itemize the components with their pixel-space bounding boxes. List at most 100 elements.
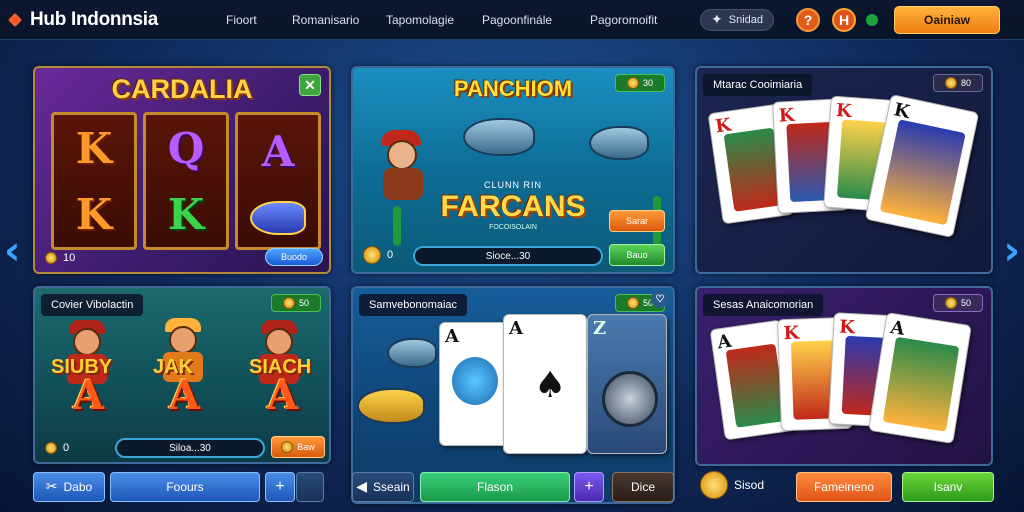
reel-3: A — [235, 112, 321, 250]
game-card-poker[interactable]: Mtarac Cooimiaria 80 K K K K — [695, 66, 993, 274]
tools-icon: ✂ — [45, 479, 58, 495]
start-button[interactable]: Sarar — [609, 210, 665, 232]
playing-card: Z — [587, 314, 667, 454]
plus-icon: + — [275, 478, 285, 495]
bet-field-value: Siloa...30 — [169, 442, 211, 454]
coin-icon — [363, 246, 381, 264]
logo-icon — [10, 13, 24, 27]
coin-icon — [45, 442, 57, 454]
cta-button[interactable]: Oainiaw — [894, 5, 1000, 34]
h-button[interactable]: H — [832, 7, 856, 32]
play-button-label: Baw — [297, 442, 315, 452]
carousel-prev-icon[interactable]: ‹ — [4, 228, 20, 274]
coin-badge-value: 50 — [298, 298, 309, 308]
reel-symbol: K — [167, 189, 205, 239]
fish-icon — [357, 388, 425, 424]
focus-button[interactable]: Foours — [110, 472, 260, 502]
coin-icon — [281, 441, 294, 453]
isanv-button[interactable]: Isanv — [902, 472, 994, 502]
game-title: Sesas Anaicomorian — [703, 294, 824, 316]
coin-balance-value: 0 — [63, 442, 70, 454]
coin-balance: 0 — [45, 442, 69, 454]
game-card-cardalia[interactable]: CARDALIA ✕ K K Q K A 10 Buodo — [33, 66, 331, 274]
nav-item-5[interactable]: Pagoromoifit — [590, 13, 692, 27]
main-nav: Fioort Romanisario Tapomolagie Pagoonfin… — [226, 13, 692, 27]
online-indicator-icon — [866, 13, 878, 26]
bet-field[interactable]: Siloa...30 — [115, 438, 265, 458]
fish-icon — [589, 126, 649, 160]
game-card-fishing[interactable]: PANCHIOM 30 CLUNN RIN FARCANS FOCOISOLAI… — [351, 66, 675, 274]
fish-icon — [387, 338, 437, 368]
coin-icon — [282, 297, 295, 309]
reel-2: Q K — [143, 112, 229, 250]
slot-letter: A — [169, 372, 201, 419]
play-button[interactable]: Buodo — [265, 248, 323, 266]
logo-subtitle: CLUNN RIN — [483, 180, 542, 190]
game-title: Samvebonomaiac — [359, 294, 468, 316]
nav-item-1[interactable]: Fioort — [226, 13, 292, 27]
add-button[interactable]: + — [265, 472, 295, 502]
game-title: CARDALIA — [111, 74, 253, 104]
bet-field[interactable]: Sioce...30 — [413, 246, 603, 266]
coin-total: Sisod — [700, 470, 780, 500]
nav-item-2[interactable]: Romanisario — [292, 13, 386, 27]
logo[interactable]: Hub Indonnsia — [10, 9, 210, 31]
slot-letter: A — [267, 372, 299, 419]
coin-badge: 50 — [271, 294, 321, 312]
extra-button[interactable] — [296, 472, 324, 502]
playing-card: A — [868, 312, 972, 444]
game-card-aces[interactable]: Sesas Anaicomorian 50 A K K A — [695, 286, 993, 466]
status-pill-label: Snidad — [728, 13, 763, 26]
search-button[interactable]: ◀ Sseain — [352, 472, 414, 502]
tools-button-label: Dabo — [63, 480, 93, 494]
dice-button-label: Dice — [630, 480, 655, 494]
fish-icon — [463, 118, 535, 156]
add-button[interactable]: + — [574, 472, 604, 502]
nav-item-4[interactable]: Pagoonfinále — [482, 13, 590, 27]
play-button-label: Buodo — [280, 252, 308, 262]
close-icon[interactable]: ✕ — [299, 74, 321, 96]
coin-badge-value: 30 — [642, 78, 653, 88]
dice-button[interactable]: Dice — [612, 472, 674, 502]
coin-icon — [944, 297, 957, 309]
back-arrow-icon: ◀ — [356, 479, 368, 495]
reel-symbol: A — [261, 127, 295, 177]
coin-badge: 80 — [933, 74, 983, 92]
help-button[interactable]: ? — [796, 7, 820, 32]
start-button-label: Sarar — [625, 216, 648, 226]
isanv-button-label: Isanv — [933, 480, 963, 494]
tools-button[interactable]: ✂ Dabo — [33, 472, 105, 502]
card-rank: A — [509, 318, 523, 339]
reel-symbol: Q — [167, 123, 205, 173]
playing-card: A — [439, 322, 509, 446]
coin-icon — [700, 471, 728, 499]
top-navigation-bar: Hub Indonnsia Fioort Romanisario Tapomol… — [0, 0, 1024, 40]
play-button-label: Bauo — [626, 250, 648, 260]
flason-button-label: Flason — [476, 480, 514, 494]
favorite-icon[interactable]: ♡ — [651, 290, 669, 308]
card-rank: K — [835, 100, 853, 123]
game-card-carnival[interactable]: Covier Vibolactin 50 SIUBY JAK SIACH A A… — [33, 286, 331, 464]
play-button[interactable]: Bauo — [609, 244, 665, 266]
coin-balance: 10 — [45, 252, 75, 264]
coin-badge-value: 50 — [960, 298, 971, 308]
reel-symbol: K — [75, 123, 113, 173]
wand-icon: ✦ — [711, 11, 723, 28]
slot-letter: A — [73, 372, 105, 419]
status-pill[interactable]: ✦ Snidad — [700, 8, 774, 31]
coin-badge-value: 80 — [960, 78, 971, 88]
play-button[interactable]: Baw — [271, 436, 325, 458]
game-title: Mtarac Cooimiaria — [703, 74, 813, 96]
search-button-label: Sseain — [373, 480, 410, 494]
flason-button[interactable]: Flason — [420, 472, 570, 502]
reel-1: K K — [51, 112, 137, 250]
fameineno-button-label: Fameineno — [813, 480, 875, 494]
coin-badge: 50 — [933, 294, 983, 312]
card-rank: A — [445, 326, 459, 347]
carousel-next-icon[interactable]: › — [1004, 228, 1020, 274]
coin-icon — [45, 252, 57, 264]
nav-item-3[interactable]: Tapomolagie — [386, 13, 482, 27]
coin-balance-value: 10 — [63, 252, 76, 264]
fameineno-button[interactable]: Fameineno — [796, 472, 892, 502]
card-rank: Z — [593, 318, 607, 339]
